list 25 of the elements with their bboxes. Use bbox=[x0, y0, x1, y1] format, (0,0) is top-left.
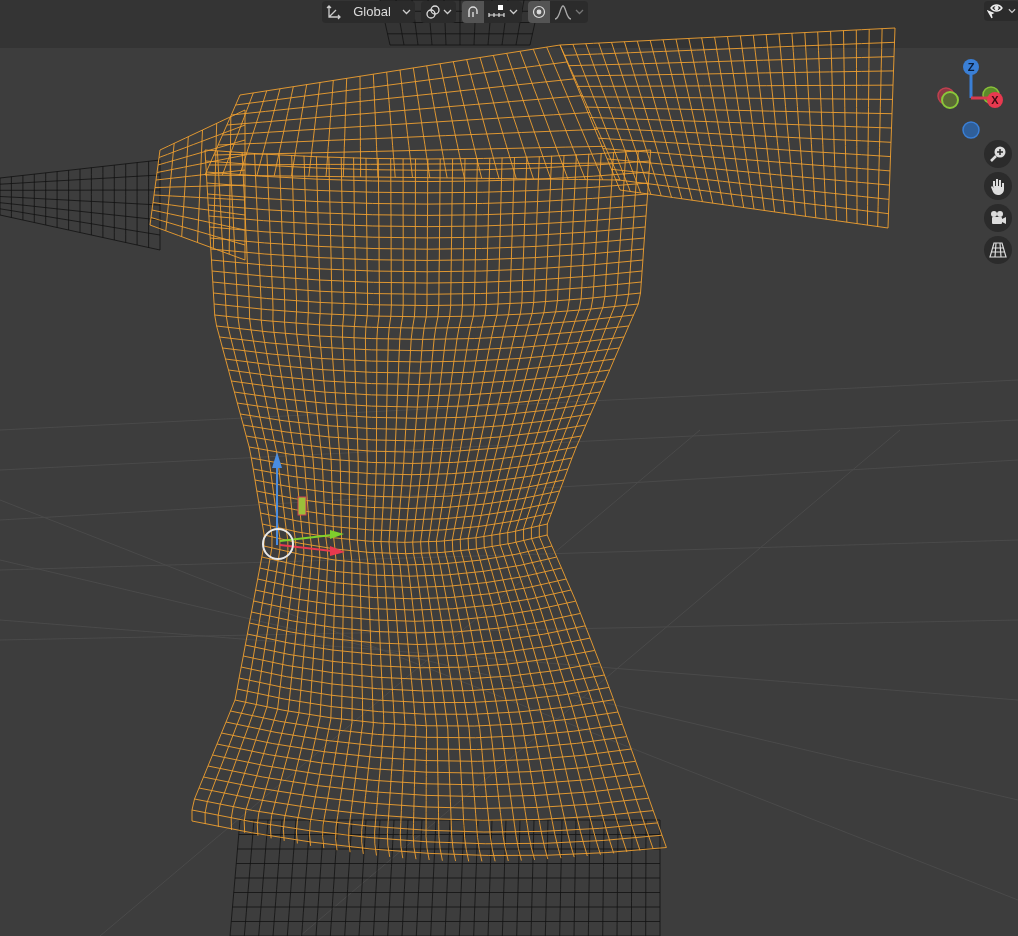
grid-icon bbox=[989, 242, 1007, 258]
camera-view-button[interactable] bbox=[984, 204, 1012, 232]
axes-icon bbox=[326, 4, 342, 20]
proportional-editing-toggle[interactable] bbox=[528, 1, 550, 23]
hand-icon bbox=[990, 177, 1006, 195]
zoom-button[interactable] bbox=[984, 140, 1012, 168]
chevron-icon bbox=[402, 9, 411, 15]
chevron-icon bbox=[509, 9, 518, 15]
magnet-icon bbox=[465, 4, 481, 20]
increment-icon bbox=[488, 4, 506, 20]
curve-icon bbox=[554, 4, 572, 20]
perspective-toggle-button[interactable] bbox=[984, 236, 1012, 264]
target-icon bbox=[532, 5, 546, 19]
link-icon bbox=[425, 4, 441, 20]
chevron-icon bbox=[1008, 8, 1016, 14]
pan-button[interactable] bbox=[984, 172, 1012, 200]
snap-toggle[interactable] bbox=[462, 1, 484, 23]
chevron-icon bbox=[443, 9, 452, 15]
chevron-icon bbox=[575, 9, 584, 15]
eye-icon bbox=[987, 3, 1005, 19]
movie-camera-icon bbox=[989, 210, 1007, 226]
visibility-dropdown[interactable] bbox=[984, 1, 1018, 21]
pivot-point-dropdown[interactable] bbox=[421, 1, 456, 23]
transform-orientation-dropdown[interactable]: Global bbox=[322, 1, 415, 23]
magnifier-plus-icon bbox=[989, 145, 1007, 163]
